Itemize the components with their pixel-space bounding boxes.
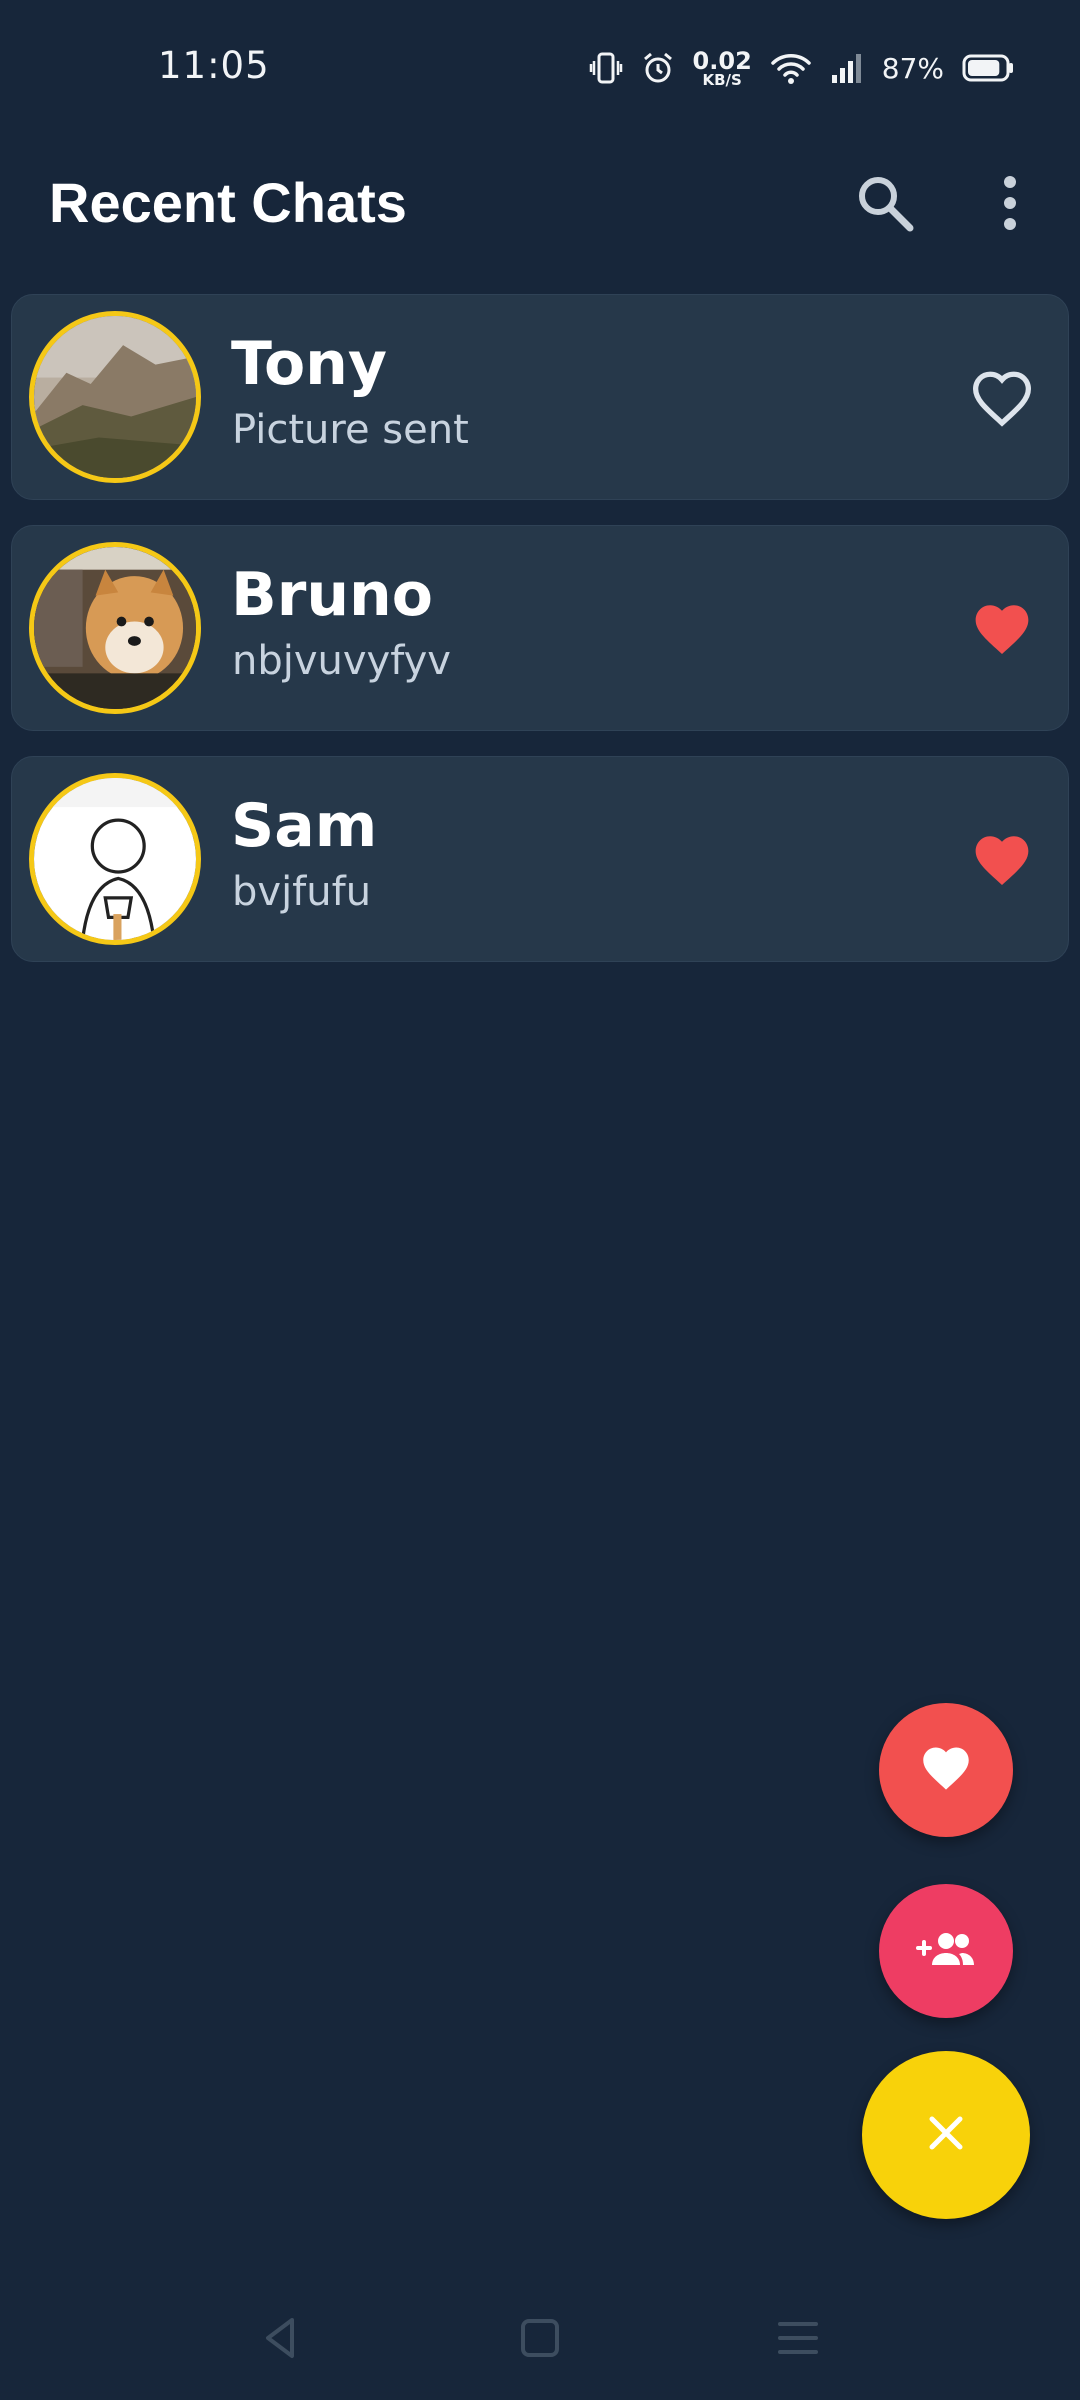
chat-list: Tony Picture sent Bruno nbjvuvyfyv Sam b…: [11, 294, 1069, 987]
app-bar: Recent Chats: [0, 130, 1080, 270]
heart-filled-icon[interactable]: [970, 600, 1034, 658]
avatar: [29, 311, 201, 483]
search-icon[interactable]: [852, 170, 918, 236]
vibrate-icon: [589, 51, 623, 85]
favorites-fab[interactable]: [879, 1703, 1013, 1837]
net-speed-unit: KB/S: [702, 70, 742, 89]
recents-icon[interactable]: [768, 2308, 828, 2368]
chat-name: Sam: [231, 791, 378, 861]
status-icons: 0.02 KB/S 87%: [589, 46, 1014, 90]
close-icon: [926, 2113, 966, 2157]
avatar: [29, 773, 201, 945]
group-add-icon: [915, 1929, 977, 1973]
chat-name: Tony: [231, 329, 388, 399]
heart-filled-icon[interactable]: [970, 831, 1034, 889]
system-nav-bar: [0, 2280, 1080, 2400]
more-vert-icon[interactable]: [990, 170, 1030, 236]
avatar: [29, 542, 201, 714]
chat-last-message: bvjfufu: [232, 869, 372, 915]
status-time: 11:05: [158, 44, 270, 87]
chat-item-tony[interactable]: Tony Picture sent: [11, 294, 1069, 500]
status-bar: 11:05 0.02 KB/S 87%: [0, 0, 1080, 130]
wifi-icon: [770, 51, 812, 85]
net-speed-value: 0.02: [692, 46, 752, 75]
close-fab[interactable]: [862, 2051, 1030, 2219]
chat-name: Bruno: [231, 560, 433, 630]
alarm-icon: [641, 51, 675, 85]
chat-last-message: Picture sent: [232, 407, 469, 453]
chat-item-bruno[interactable]: Bruno nbjvuvyfyv: [11, 525, 1069, 731]
heart-icon: [918, 1743, 974, 1797]
chat-last-message: nbjvuvyfyv: [232, 638, 451, 684]
page-title: Recent Chats: [49, 171, 407, 234]
home-icon[interactable]: [510, 2308, 570, 2368]
battery-icon: [962, 53, 1014, 83]
heart-outline-icon[interactable]: [970, 369, 1034, 427]
battery-percent: 87%: [881, 51, 944, 85]
signal-icon: [830, 51, 864, 85]
net-speed: 0.02 KB/S: [693, 49, 752, 88]
back-icon[interactable]: [250, 2308, 310, 2368]
chat-item-sam[interactable]: Sam bvjfufu: [11, 756, 1069, 962]
add-contact-fab[interactable]: [879, 1884, 1013, 2018]
